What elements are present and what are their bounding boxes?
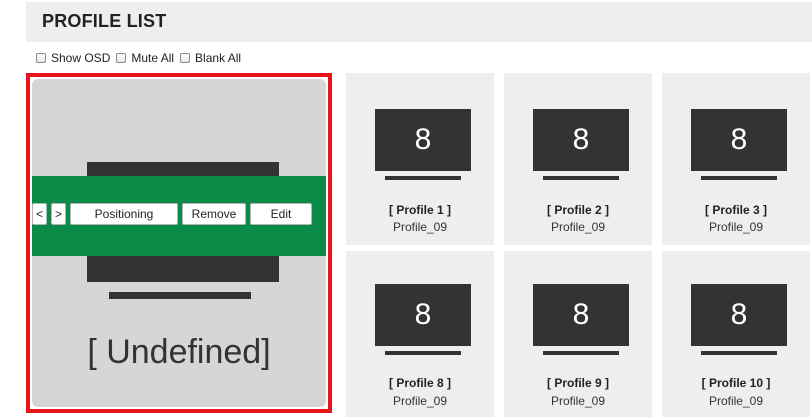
blank-all-checkbox[interactable] — [180, 53, 191, 63]
monitor-icon: 8 — [691, 284, 787, 346]
profile-subtitle: Profile_09 — [392, 394, 448, 408]
profile-card[interactable]: 8 [ Profile 8 ] Profile_09 — [346, 251, 494, 417]
profile-title: [ Profile 2 ] — [546, 203, 609, 217]
show-osd-checkbox[interactable] — [36, 53, 46, 63]
monitor-icon: 8 — [533, 109, 629, 171]
profile-title: [ Profile 3 ] — [704, 203, 767, 217]
profile-action-bar: < > Positioning Remove Edit — [32, 176, 326, 256]
blank-all-label: Blank All — [195, 51, 242, 65]
mute-all-checkbox[interactable] — [116, 53, 127, 63]
selected-profile-card[interactable]: < > Positioning Remove Edit [ Undefined] — [26, 73, 332, 413]
selected-profile-name: [ Undefined] — [87, 333, 271, 371]
monitor-stand-icon — [543, 351, 619, 355]
monitor-stand-icon — [385, 351, 461, 355]
monitor-icon: 8 — [375, 109, 471, 171]
monitor-stand-icon — [701, 176, 777, 180]
profile-card[interactable]: 8 [ Profile 2 ] Profile_09 — [504, 73, 652, 245]
profile-list-page: PROFILE LIST Show OSD Mute All Blank All… — [0, 0, 812, 417]
profile-card[interactable]: 8 [ Profile 9 ] Profile_09 — [504, 251, 652, 417]
monitor-icon: 8 — [375, 284, 471, 346]
profile-title: [ Profile 10 ] — [701, 376, 771, 390]
monitor-icon: 8 — [691, 109, 787, 171]
profile-card[interactable]: 8 [ Profile 10 ] Profile_09 — [662, 251, 810, 417]
mute-all-label: Mute All — [131, 51, 175, 65]
edit-button[interactable]: Edit — [250, 203, 312, 225]
monitor-icon: 8 — [533, 284, 629, 346]
header-bar: PROFILE LIST — [26, 2, 812, 42]
monitor-stand-icon — [543, 176, 619, 180]
profile-subtitle: Profile_09 — [708, 220, 764, 234]
profile-subtitle: Profile_09 — [550, 220, 606, 234]
remove-button[interactable]: Remove — [182, 203, 246, 225]
profile-card[interactable]: 8 [ Profile 1 ] Profile_09 — [346, 73, 494, 245]
monitor-stand-icon — [109, 292, 251, 299]
page-title: PROFILE LIST — [42, 11, 167, 31]
monitor-stand-icon — [701, 351, 777, 355]
positioning-button[interactable]: Positioning — [70, 203, 178, 225]
profile-title: [ Profile 9 ] — [546, 376, 609, 390]
monitor-stand-icon — [385, 176, 461, 180]
selected-profile-preview: < > Positioning Remove Edit [ Undefined] — [32, 79, 326, 407]
profile-subtitle: Profile_09 — [392, 220, 448, 234]
move-left-button[interactable]: < — [32, 203, 47, 225]
blank-all-option[interactable]: Blank All — [180, 51, 241, 65]
move-right-button[interactable]: > — [51, 203, 66, 225]
options-row: Show OSD Mute All Blank All — [36, 50, 247, 66]
show-osd-label: Show OSD — [51, 51, 111, 65]
profile-action-buttons: < > Positioning Remove Edit — [32, 202, 316, 226]
show-osd-option[interactable]: Show OSD — [36, 51, 110, 65]
profile-card[interactable]: 8 [ Profile 3 ] Profile_09 — [662, 73, 810, 245]
profile-subtitle: Profile_09 — [550, 394, 606, 408]
profile-subtitle: Profile_09 — [708, 394, 764, 408]
mute-all-option[interactable]: Mute All — [116, 51, 174, 65]
profile-title: [ Profile 1 ] — [388, 203, 451, 217]
profile-title: [ Profile 8 ] — [388, 376, 451, 390]
